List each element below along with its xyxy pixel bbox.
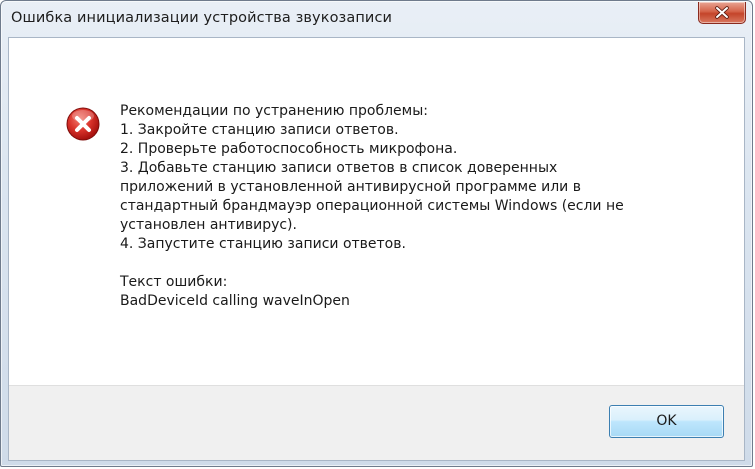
message-line: 4. Запустите станцию записи ответов. <box>120 236 406 252</box>
message-line: установлен антивирус). <box>120 217 297 233</box>
message-line: 1. Закройте станцию записи ответов. <box>120 122 399 138</box>
button-bar: OK <box>9 385 744 460</box>
error-label: Текст ошибки: <box>120 274 228 290</box>
message-area: Рекомендации по устранению проблемы: 1. … <box>9 38 744 385</box>
close-icon <box>715 6 729 19</box>
dialog-title: Ошибка инициализации устройства звукозап… <box>11 10 393 26</box>
error-icon <box>66 107 100 141</box>
message-line: 2. Проверьте работоспособность микрофона… <box>120 141 458 157</box>
ok-button[interactable]: OK <box>609 405 724 438</box>
title-bar[interactable]: Ошибка инициализации устройства звукозап… <box>1 1 752 37</box>
message-line: 3. Добавьте станцию записи ответов в спи… <box>120 160 558 176</box>
dialog-client-area: Рекомендации по устранению проблемы: 1. … <box>8 37 745 461</box>
message-line: приложений в установленной антивирусной … <box>120 179 581 195</box>
message-line: Рекомендации по устранению проблемы: <box>120 103 428 119</box>
message-line: стандартный брандмауэр операционной сист… <box>120 198 624 214</box>
error-message: Рекомендации по устранению проблемы: 1. … <box>120 102 730 311</box>
error-dialog-window: Ошибка инициализации устройства звукозап… <box>0 0 753 467</box>
error-text: BadDeviceId calling waveInOpen <box>120 293 350 309</box>
close-button[interactable] <box>698 2 746 24</box>
